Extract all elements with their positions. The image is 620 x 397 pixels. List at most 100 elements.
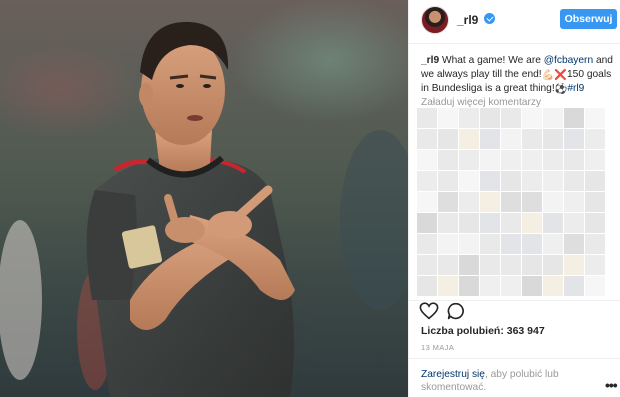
- blur-cell: [501, 192, 521, 212]
- flexed-biceps-emoji: 💪🏻: [541, 69, 555, 81]
- post-date[interactable]: 13 MAJA: [421, 343, 454, 352]
- blur-cell: [417, 192, 437, 212]
- blur-cell: [522, 276, 542, 296]
- blur-cell: [480, 192, 500, 212]
- pixelated-comments: [417, 108, 607, 298]
- blur-cell: [480, 255, 500, 275]
- blur-cell: [459, 171, 479, 191]
- blur-cell: [417, 213, 437, 233]
- blur-cell: [564, 276, 584, 296]
- blur-cell: [585, 276, 605, 296]
- blur-cell: [564, 129, 584, 149]
- load-more-comments-link[interactable]: Załaduj więcej komentarzy: [421, 97, 541, 108]
- blur-cell: [564, 255, 584, 275]
- likes-count[interactable]: Liczba polubień: 363 947: [421, 325, 545, 337]
- blur-cell: [585, 171, 605, 191]
- blur-cell: [543, 171, 563, 191]
- heart-icon[interactable]: [419, 302, 439, 320]
- blur-cell: [459, 150, 479, 170]
- blur-cell: [522, 171, 542, 191]
- blur-cell: [438, 234, 458, 254]
- blur-cell: [501, 150, 521, 170]
- caption-text-1: What a game! We are: [439, 55, 544, 66]
- blur-cell: [543, 150, 563, 170]
- follow-button[interactable]: Obserwuj: [560, 9, 617, 29]
- post-photo[interactable]: [0, 0, 408, 397]
- verified-badge-icon: [484, 13, 495, 24]
- blur-cell: [480, 108, 500, 128]
- blur-cell: [417, 255, 437, 275]
- register-link[interactable]: Zarejestruj się: [421, 369, 485, 380]
- avatar[interactable]: [421, 6, 449, 34]
- blur-cell: [459, 255, 479, 275]
- cross-mark-emoji: ❌: [554, 69, 567, 81]
- blur-cell: [501, 234, 521, 254]
- blur-cell: [438, 213, 458, 233]
- blur-cell: [501, 171, 521, 191]
- post-header: _rl9 Obserwuj: [409, 0, 620, 44]
- post-caption: _rl9 What a game! We are @fcbayern and w…: [421, 54, 617, 97]
- blur-cell: [501, 213, 521, 233]
- caption-hashtag-link[interactable]: #rl9: [567, 83, 584, 94]
- blur-cell: [459, 192, 479, 212]
- blur-cell: [564, 192, 584, 212]
- username-link[interactable]: _rl9: [457, 13, 478, 27]
- blur-cell: [564, 171, 584, 191]
- blur-cell: [480, 276, 500, 296]
- post-side-panel: _rl9 Obserwuj _rl9 What a game! We are @…: [408, 0, 620, 397]
- blur-cell: [564, 150, 584, 170]
- blur-cell: [543, 234, 563, 254]
- blur-cell: [585, 108, 605, 128]
- blur-cell: [585, 192, 605, 212]
- blur-cell: [522, 213, 542, 233]
- blur-cell: [480, 150, 500, 170]
- blur-cell: [438, 255, 458, 275]
- player-illustration: [0, 21, 408, 397]
- blur-cell: [501, 129, 521, 149]
- blur-cell: [522, 255, 542, 275]
- blur-cell: [522, 150, 542, 170]
- blur-cell: [585, 234, 605, 254]
- blur-cell: [459, 108, 479, 128]
- blur-cell: [522, 108, 542, 128]
- blur-cell: [438, 192, 458, 212]
- more-options-icon[interactable]: •••: [605, 378, 618, 392]
- blur-cell: [543, 213, 563, 233]
- actions-divider: [409, 300, 620, 301]
- blur-cell: [438, 276, 458, 296]
- caption-username-link[interactable]: _rl9: [421, 55, 439, 66]
- blur-cell: [438, 129, 458, 149]
- post-footer: Zarejestruj się, aby polubić lub skoment…: [409, 358, 620, 397]
- blur-cell: [438, 150, 458, 170]
- blur-cell: [459, 234, 479, 254]
- blur-cell: [480, 234, 500, 254]
- blur-cell: [480, 129, 500, 149]
- blur-cell: [459, 129, 479, 149]
- blur-cell: [417, 129, 437, 149]
- blur-cell: [459, 276, 479, 296]
- blur-cell: [543, 255, 563, 275]
- blur-cell: [522, 234, 542, 254]
- blur-cell: [585, 213, 605, 233]
- caption-mention-link[interactable]: @fcbayern: [544, 55, 593, 66]
- blur-cell: [438, 108, 458, 128]
- blur-cell: [417, 171, 437, 191]
- blur-cell: [438, 171, 458, 191]
- login-prompt: Zarejestruj się, aby polubić lub skoment…: [421, 368, 591, 394]
- blur-cell: [543, 129, 563, 149]
- blur-cell: [543, 192, 563, 212]
- blur-cell: [501, 276, 521, 296]
- blur-cell: [585, 150, 605, 170]
- blur-cell: [459, 213, 479, 233]
- blur-cell: [480, 213, 500, 233]
- blur-cell: [585, 129, 605, 149]
- blur-cell: [417, 108, 437, 128]
- blur-cell: [417, 234, 437, 254]
- comment-bubble-icon[interactable]: [447, 302, 465, 320]
- blur-cell: [417, 150, 437, 170]
- blur-cell: [585, 255, 605, 275]
- blur-cell: [543, 108, 563, 128]
- blur-cell: [501, 108, 521, 128]
- blur-cell: [501, 255, 521, 275]
- soccer-ball-emoji: ⚽: [554, 84, 568, 95]
